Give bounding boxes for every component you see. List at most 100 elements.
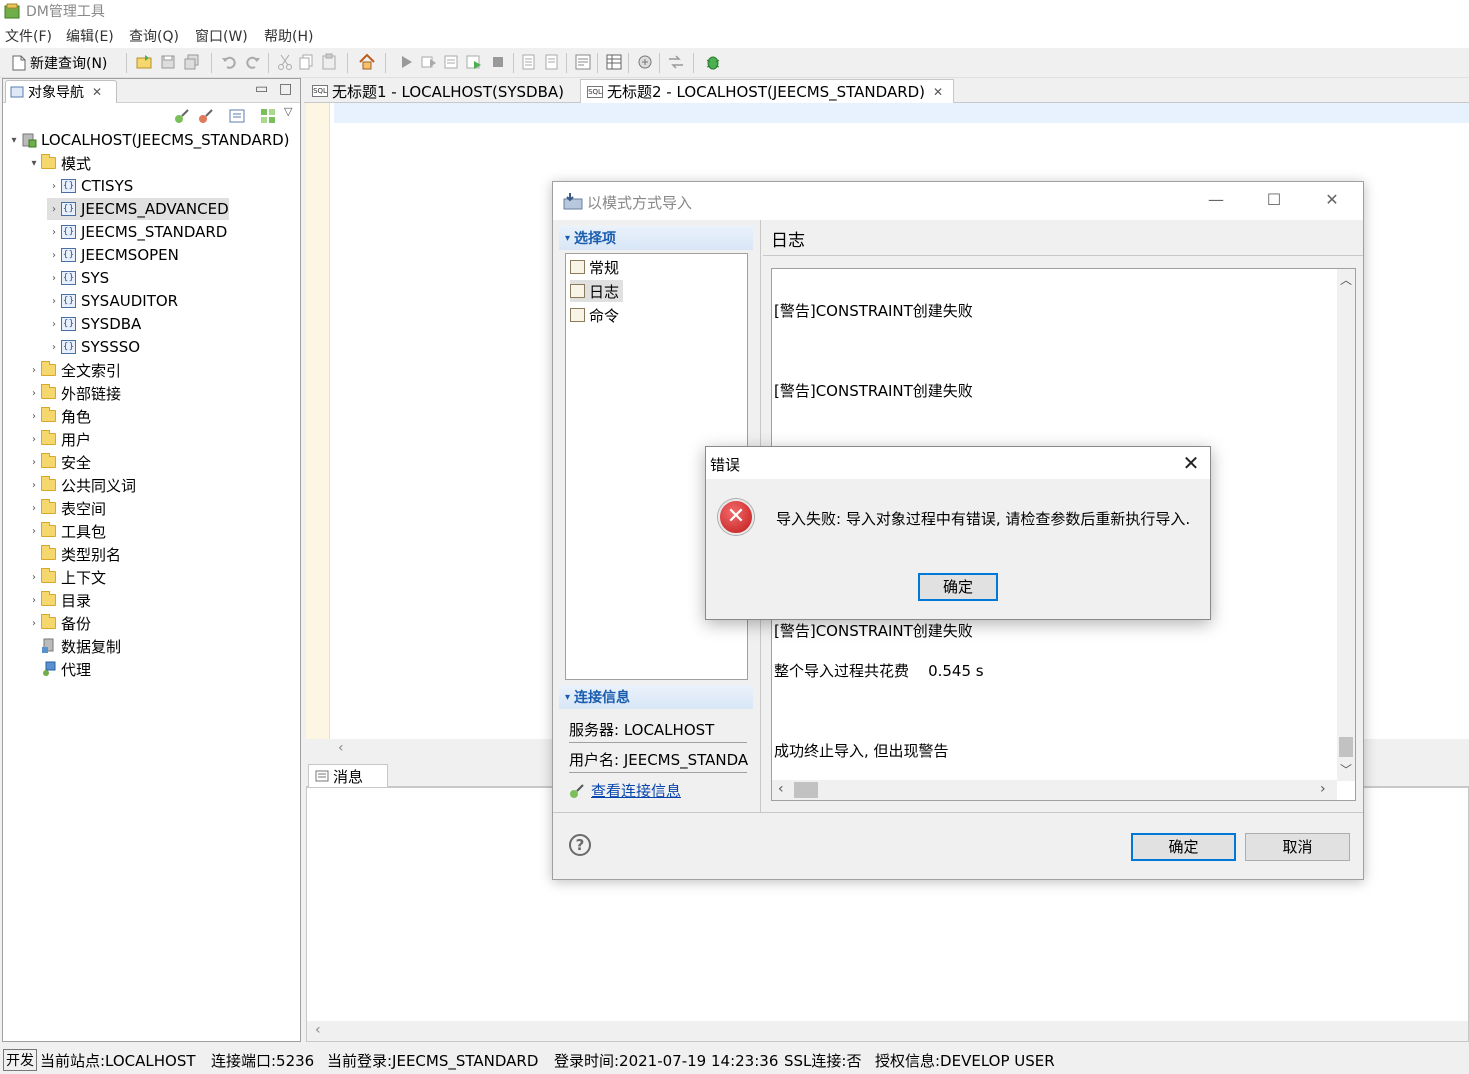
chevron-right-icon[interactable]: ›: [47, 319, 61, 330]
chevron-right-icon[interactable]: ›: [27, 595, 41, 606]
scroll-left-icon[interactable]: ‹: [778, 781, 784, 797]
options-section-header[interactable]: ▾ 选择项: [559, 226, 753, 250]
transfer-icon[interactable]: [667, 53, 685, 71]
chevron-right-icon[interactable]: ›: [47, 273, 61, 284]
tree-folder-item[interactable]: › 角色: [27, 405, 91, 427]
log-vertical-scrollbar[interactable]: ︿ ﹀: [1337, 269, 1355, 781]
chevron-down-icon[interactable]: ▾: [27, 158, 41, 169]
tab-object-navigator[interactable]: 对象导航 ✕: [5, 80, 117, 103]
run-script-icon[interactable]: [443, 53, 461, 71]
chevron-right-icon[interactable]: ›: [47, 296, 61, 307]
scroll-right-icon[interactable]: ›: [1320, 781, 1326, 797]
chevron-right-icon[interactable]: ›: [27, 526, 41, 537]
tab-query-1[interactable]: SQL 无标题1 - LOCALHOST(SYSDBA): [306, 79, 578, 103]
minimize-icon[interactable]: —: [1205, 190, 1227, 210]
explain-icon[interactable]: [465, 53, 483, 71]
chevron-right-icon[interactable]: ›: [27, 411, 41, 422]
stop-icon[interactable]: [489, 53, 507, 71]
help-button[interactable]: ?: [569, 834, 591, 856]
close-icon[interactable]: ✕: [92, 85, 102, 99]
paste-icon[interactable]: [320, 53, 338, 71]
chevron-right-icon[interactable]: ›: [47, 342, 61, 353]
tree-schema-item[interactable]: ›{} JEECMS_ADVANCED: [47, 198, 229, 220]
chevron-right-icon[interactable]: ›: [27, 365, 41, 376]
chevron-right-icon[interactable]: ›: [27, 618, 41, 629]
tree-folder-item[interactable]: 代理: [27, 658, 91, 680]
menu-help[interactable]: 帮助(H): [264, 26, 313, 46]
import-cancel-button[interactable]: 取消: [1245, 833, 1350, 861]
tree-schema-item[interactable]: ›{} JEECMS_STANDARD: [47, 221, 227, 243]
menu-edit[interactable]: 编辑(E): [66, 26, 114, 46]
chevron-right-icon[interactable]: ›: [27, 503, 41, 514]
chevron-right-icon[interactable]: ›: [27, 434, 41, 445]
chevron-right-icon[interactable]: ›: [27, 457, 41, 468]
tree-folder-item[interactable]: › 外部链接: [27, 382, 121, 404]
menu-window[interactable]: 窗口(W): [195, 26, 248, 46]
table-icon[interactable]: [605, 53, 623, 71]
scroll-down-icon[interactable]: ﹀: [1340, 761, 1352, 778]
tree-schema-item[interactable]: ›{} SYS: [47, 267, 109, 289]
history-icon[interactable]: [574, 53, 592, 71]
tree-folder-item[interactable]: › 目录: [27, 589, 91, 611]
log-horizontal-scrollbar[interactable]: ‹ ›: [772, 780, 1337, 800]
tab-query-2[interactable]: SQL 无标题2 - LOCALHOST(JEECMS_STANDARD) ✕: [580, 79, 954, 103]
tree-schema-item[interactable]: ›{} SYSAUDITOR: [47, 290, 178, 312]
chevron-right-icon[interactable]: ›: [27, 572, 41, 583]
tree-folder-item[interactable]: › 备份: [27, 612, 91, 634]
tree-schema-item[interactable]: ›{} JEECMSOPEN: [47, 244, 179, 266]
commit-icon[interactable]: [520, 53, 538, 71]
connection-section-header[interactable]: ▾ 连接信息: [559, 685, 753, 709]
save-all-icon[interactable]: [183, 53, 201, 71]
tree-folder-item[interactable]: › 公共同义词: [27, 474, 136, 496]
chevron-right-icon[interactable]: ›: [47, 204, 61, 215]
menu-file[interactable]: 文件(F): [5, 26, 52, 46]
scroll-thumb[interactable]: [1339, 737, 1353, 757]
messages-horizontal-scrollbar[interactable]: ‹: [307, 1021, 1468, 1041]
open-folder-icon[interactable]: [135, 53, 153, 71]
tree-folder-item[interactable]: › 安全: [27, 451, 91, 473]
scroll-thumb[interactable]: [794, 782, 818, 798]
view-connection-link[interactable]: 查看连接信息: [569, 780, 681, 801]
scroll-up-icon[interactable]: ︿: [1340, 271, 1352, 288]
menu-query[interactable]: 查询(Q): [129, 26, 179, 46]
maximize-icon[interactable]: □: [279, 81, 292, 97]
maximize-icon[interactable]: ☐: [1263, 190, 1285, 210]
option-general[interactable]: 常规: [570, 256, 623, 278]
tree-schema-item[interactable]: ›{} SYSDBA: [47, 313, 141, 335]
tree-folder-item[interactable]: › 表空间: [27, 497, 106, 519]
tree-schema-item[interactable]: ›{} CTISYS: [47, 175, 133, 197]
minimize-icon[interactable]: ▭: [255, 81, 268, 97]
run-icon[interactable]: [397, 53, 415, 71]
home-icon[interactable]: [358, 53, 376, 71]
connect-db-icon[interactable]: [173, 107, 191, 125]
chevron-right-icon[interactable]: ›: [27, 388, 41, 399]
run-selection-icon[interactable]: [420, 53, 438, 71]
chevron-right-icon[interactable]: ›: [47, 250, 61, 261]
filter-icon[interactable]: [259, 107, 277, 125]
undo-icon[interactable]: [220, 53, 238, 71]
tree-schema-item[interactable]: ›{} SYSSSO: [47, 336, 140, 358]
tab-messages[interactable]: 消息: [308, 764, 388, 787]
rollback-icon[interactable]: [543, 53, 561, 71]
close-icon[interactable]: ✕: [1321, 190, 1343, 210]
refresh-view-icon[interactable]: [228, 107, 246, 125]
save-icon[interactable]: [159, 53, 177, 71]
chevron-right-icon[interactable]: ›: [47, 227, 61, 238]
import-ok-button[interactable]: 确定: [1131, 833, 1236, 861]
redo-icon[interactable]: [244, 53, 262, 71]
option-command[interactable]: 命令: [570, 304, 623, 326]
error-ok-button[interactable]: 确定: [918, 573, 998, 601]
close-icon[interactable]: ✕: [1180, 451, 1202, 475]
chevron-right-icon[interactable]: ›: [27, 480, 41, 491]
tree-folder-item[interactable]: 数据复制: [27, 635, 121, 657]
chevron-down-icon[interactable]: ▾: [7, 135, 21, 146]
debug-bug-icon[interactable]: [704, 53, 722, 71]
tree-folder-item[interactable]: › 上下文: [27, 566, 106, 588]
tree-folder-schema[interactable]: ▾ 模式: [27, 152, 91, 174]
scroll-left-icon[interactable]: ‹: [315, 1022, 321, 1038]
scroll-left-icon[interactable]: ‹: [338, 740, 344, 756]
tree-folder-item[interactable]: › 工具包: [27, 520, 106, 542]
tree-folder-item[interactable]: › 全文索引: [27, 359, 121, 381]
tree-folder-item[interactable]: 类型别名: [27, 543, 121, 565]
new-query-button[interactable]: 新建查询(N): [12, 52, 107, 74]
